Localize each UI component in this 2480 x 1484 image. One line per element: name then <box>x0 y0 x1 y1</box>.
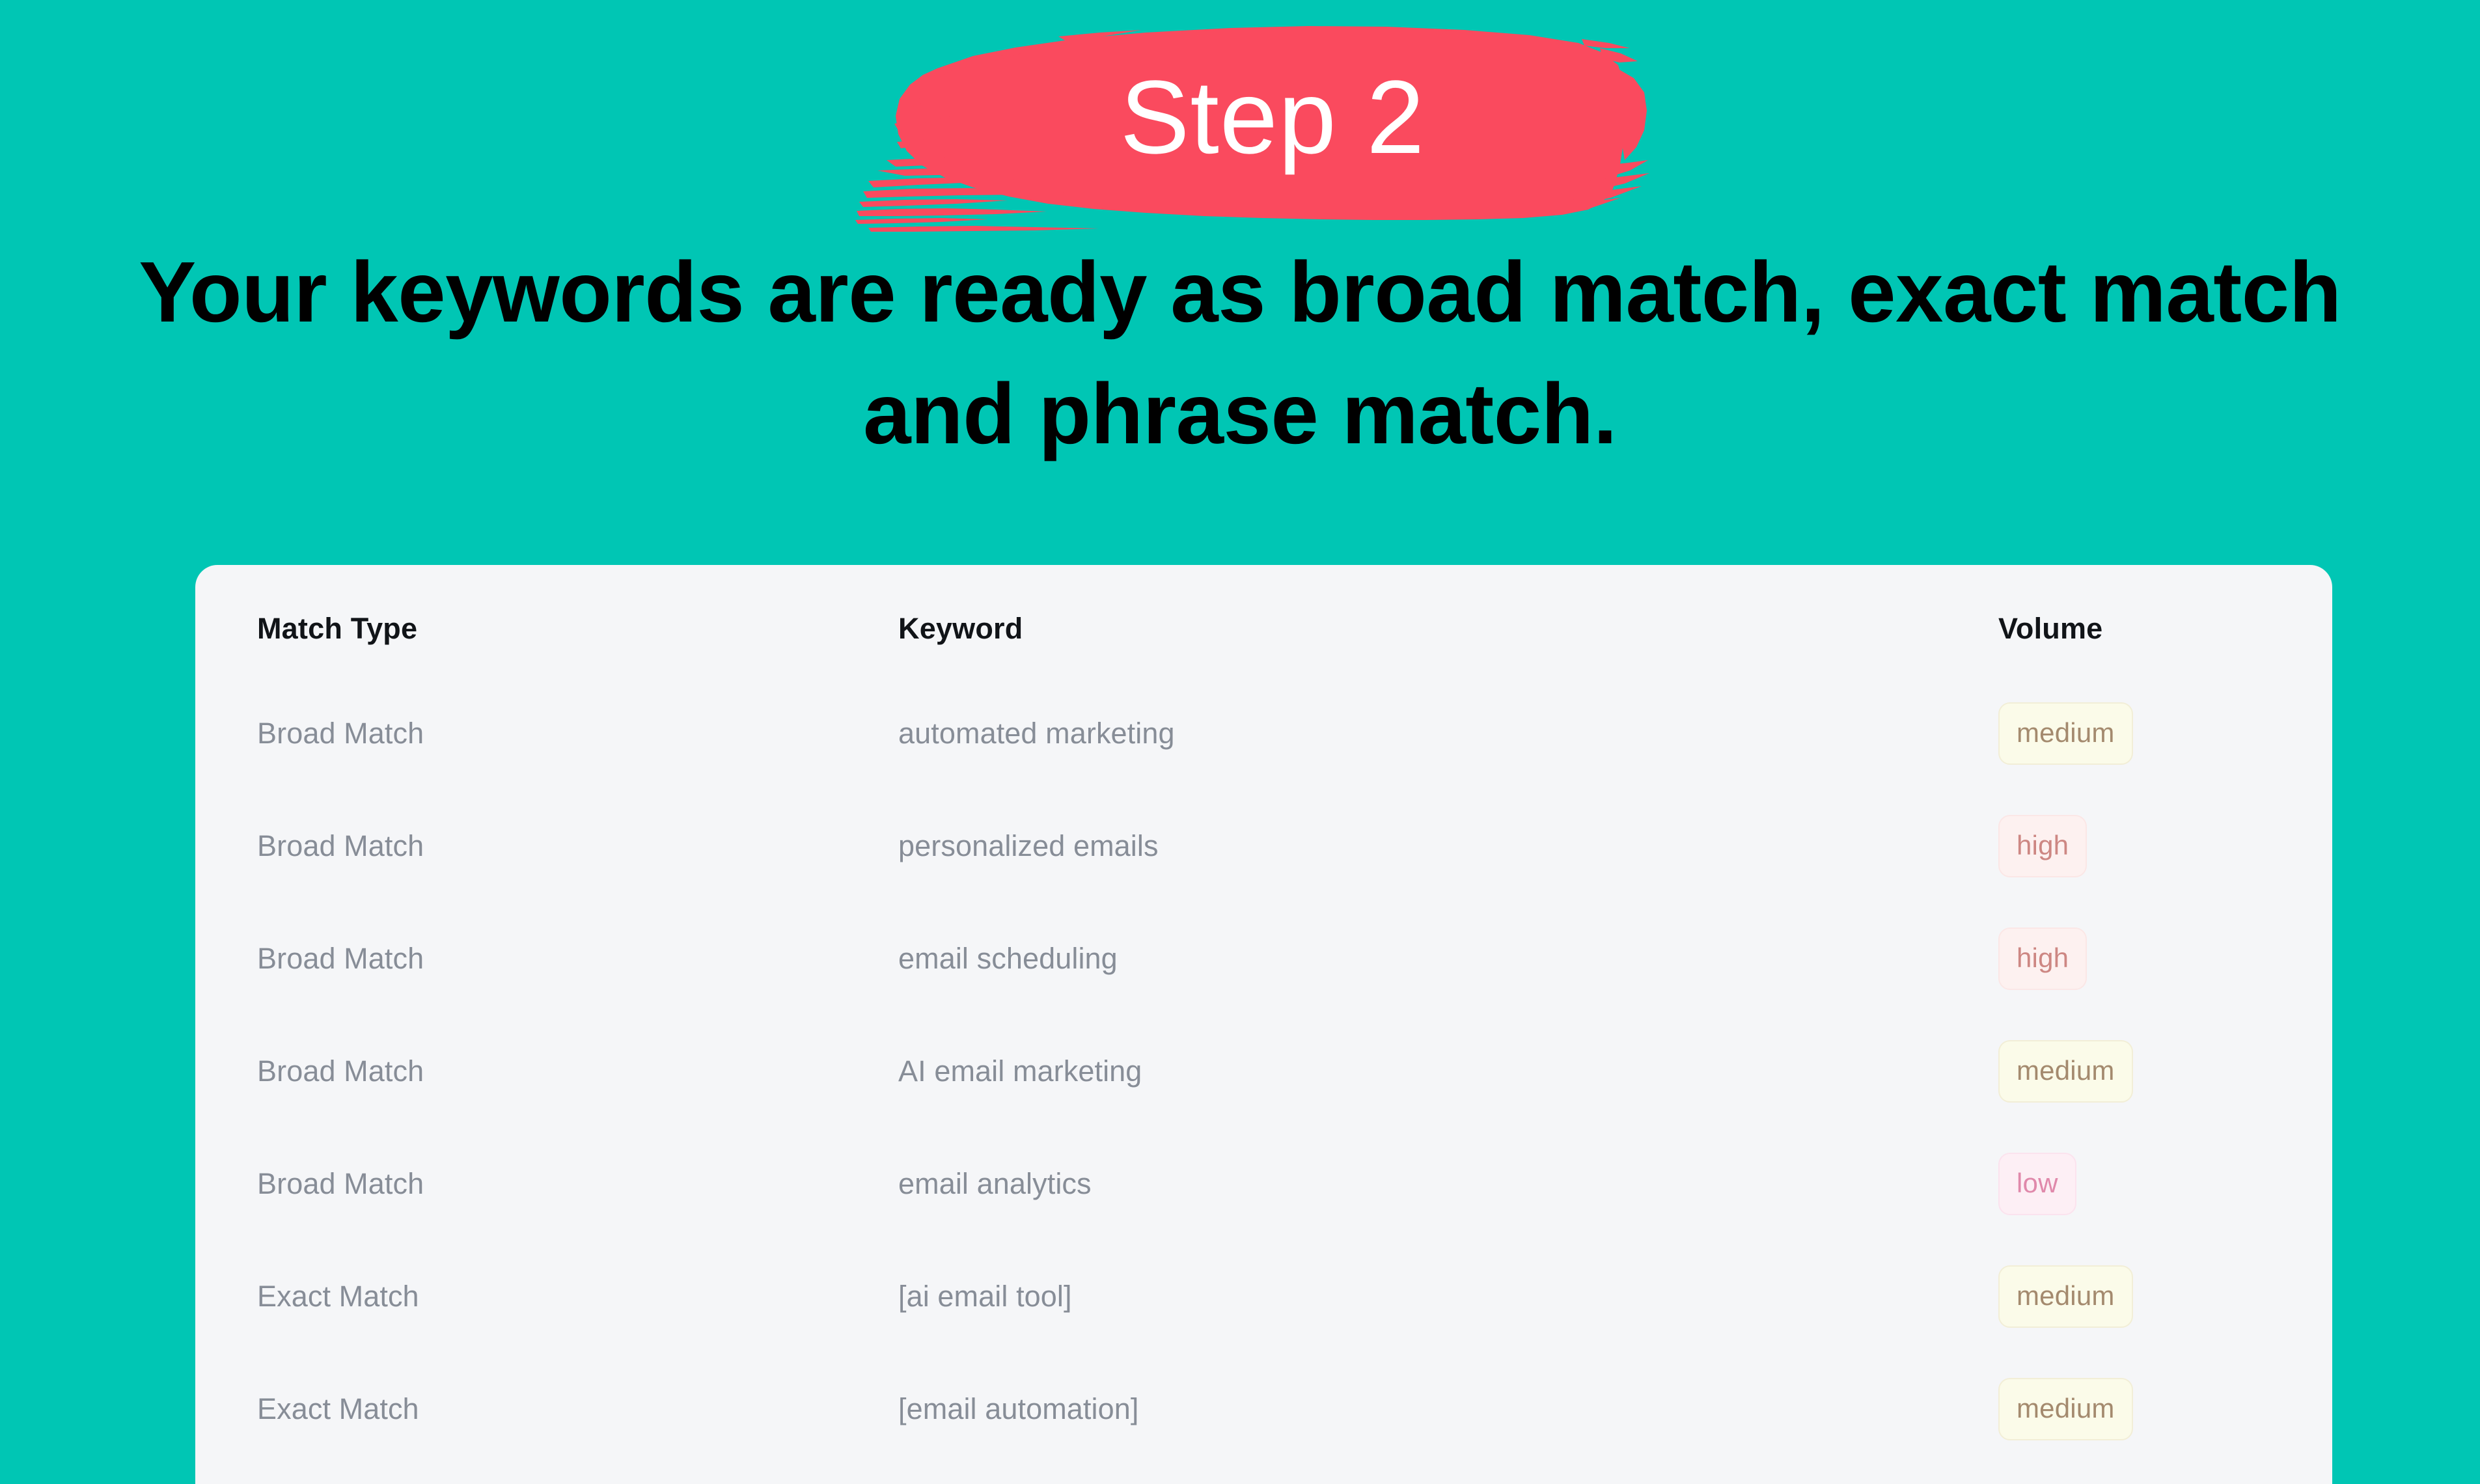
cell-volume: high <box>1998 814 2270 877</box>
cell-keyword: automated marketing <box>898 716 1175 750</box>
cell-keyword: email analytics <box>898 1166 1092 1200</box>
status-badge: low <box>1998 1152 2076 1215</box>
keyword-table: Match Type Keyword Volume Broad Match au… <box>195 565 2332 1465</box>
cell-match-type: Broad Match <box>257 829 424 862</box>
column-header-volume: Volume <box>1998 612 2103 645</box>
cell-volume: high <box>1998 927 2270 990</box>
status-badge: medium <box>1998 1265 2133 1328</box>
keyword-table-card: Match Type Keyword Volume Broad Match au… <box>195 565 2332 1484</box>
cell-match-type: Broad Match <box>257 716 424 750</box>
table-row[interactable]: Exact Match [email automation] medium <box>195 1353 2332 1465</box>
cell-keyword: personalized emails <box>898 829 1159 862</box>
hero-section: Step 2 Your keywords are ready as broad … <box>0 0 2480 547</box>
status-badge: high <box>1998 927 2087 990</box>
table-row[interactable]: Broad Match automated marketing medium <box>195 677 2332 790</box>
table-row[interactable]: Broad Match email scheduling high <box>195 902 2332 1015</box>
table-row[interactable]: Broad Match email analytics low <box>195 1127 2332 1240</box>
status-badge: medium <box>1998 1039 2133 1103</box>
cell-volume: medium <box>1998 1265 2270 1328</box>
cell-keyword: [ai email tool] <box>898 1279 1072 1313</box>
cell-match-type: Exact Match <box>257 1392 419 1425</box>
cell-keyword: AI email marketing <box>898 1054 1142 1088</box>
table-row[interactable]: Broad Match AI email marketing medium <box>195 1015 2332 1127</box>
cell-match-type: Broad Match <box>257 1166 424 1200</box>
cell-keyword: email scheduling <box>898 941 1118 975</box>
cell-volume: medium <box>1998 702 2270 765</box>
status-badge: medium <box>1998 702 2133 765</box>
table-row[interactable]: Exact Match [ai email tool] medium <box>195 1240 2332 1353</box>
column-header-keyword: Keyword <box>898 612 1023 645</box>
status-badge: high <box>1998 814 2087 877</box>
cell-match-type: Broad Match <box>257 1054 424 1088</box>
cell-match-type: Broad Match <box>257 941 424 975</box>
step-label: Step 2 <box>1120 59 1426 175</box>
page-title: Your keywords are ready as broad match, … <box>139 244 2341 462</box>
table-row[interactable]: Broad Match personalized emails high <box>195 790 2332 902</box>
table-header-row: Match Type Keyword Volume <box>195 565 2332 677</box>
cell-volume: medium <box>1998 1377 2270 1440</box>
cell-match-type: Exact Match <box>257 1279 419 1313</box>
cell-keyword: [email automation] <box>898 1392 1139 1425</box>
cell-volume: medium <box>1998 1039 2270 1103</box>
cell-volume: low <box>1998 1152 2270 1215</box>
column-header-match-type: Match Type <box>257 612 418 645</box>
status-badge: medium <box>1998 1377 2133 1440</box>
